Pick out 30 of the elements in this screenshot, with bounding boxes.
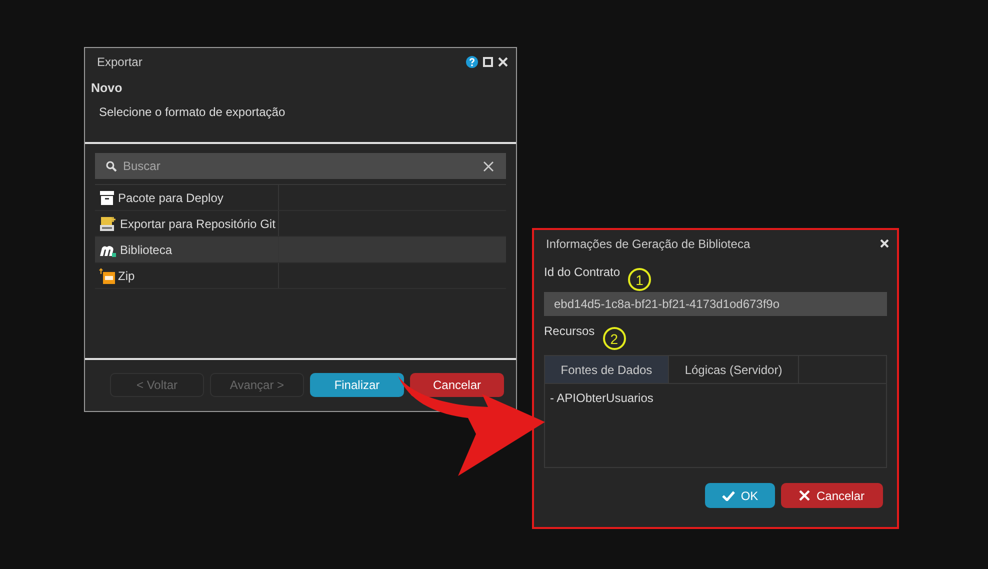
- archive-box-icon: [99, 190, 115, 206]
- folder-plus-icon: [99, 216, 117, 232]
- zip-file-icon: [99, 268, 115, 284]
- help-icon[interactable]: [466, 56, 478, 68]
- instruction-text: Selecione o formato de exportação: [98, 104, 286, 119]
- contract-id-field[interactable]: ebd14d5-1c8a-bf21-bf21-4173d1od673f9o: [544, 292, 887, 316]
- field-label: Recursos: [544, 324, 595, 340]
- dialog-button[interactable]: Finalizar: [310, 372, 404, 396]
- format-list-item[interactable]: Exportar para Repositório Git: [95, 211, 506, 237]
- format-list-item[interactable]: Biblioteca: [95, 237, 506, 263]
- search-field[interactable]: Buscar: [95, 153, 506, 179]
- tab[interactable]: Fontes de Dados: [545, 356, 669, 383]
- check-icon: [722, 490, 735, 500]
- maximize-icon[interactable]: [483, 56, 493, 66]
- x-icon: [799, 490, 810, 501]
- clear-icon[interactable]: [483, 161, 494, 172]
- section-heading: Novo: [90, 80, 124, 95]
- ok-button[interactable]: OK: [705, 483, 775, 508]
- step-marker: 2: [602, 327, 626, 350]
- resource-item: - APIObterUsuarios: [550, 391, 654, 405]
- field-label: Id do Contrato: [544, 265, 620, 281]
- dialog-button[interactable]: Cancelar: [410, 372, 504, 396]
- close-icon[interactable]: [880, 239, 889, 248]
- format-list-item[interactable]: Zip: [95, 263, 506, 289]
- window-title: Informações de Geração de Biblioteca: [546, 236, 752, 250]
- tab[interactable]: Lógicas (Servidor): [669, 356, 799, 383]
- cancel-button[interactable]: Cancelar: [781, 483, 883, 508]
- close-icon[interactable]: [498, 56, 508, 66]
- format-list-item[interactable]: Pacote para Deploy: [95, 185, 506, 211]
- window-title: Exportar: [97, 54, 144, 68]
